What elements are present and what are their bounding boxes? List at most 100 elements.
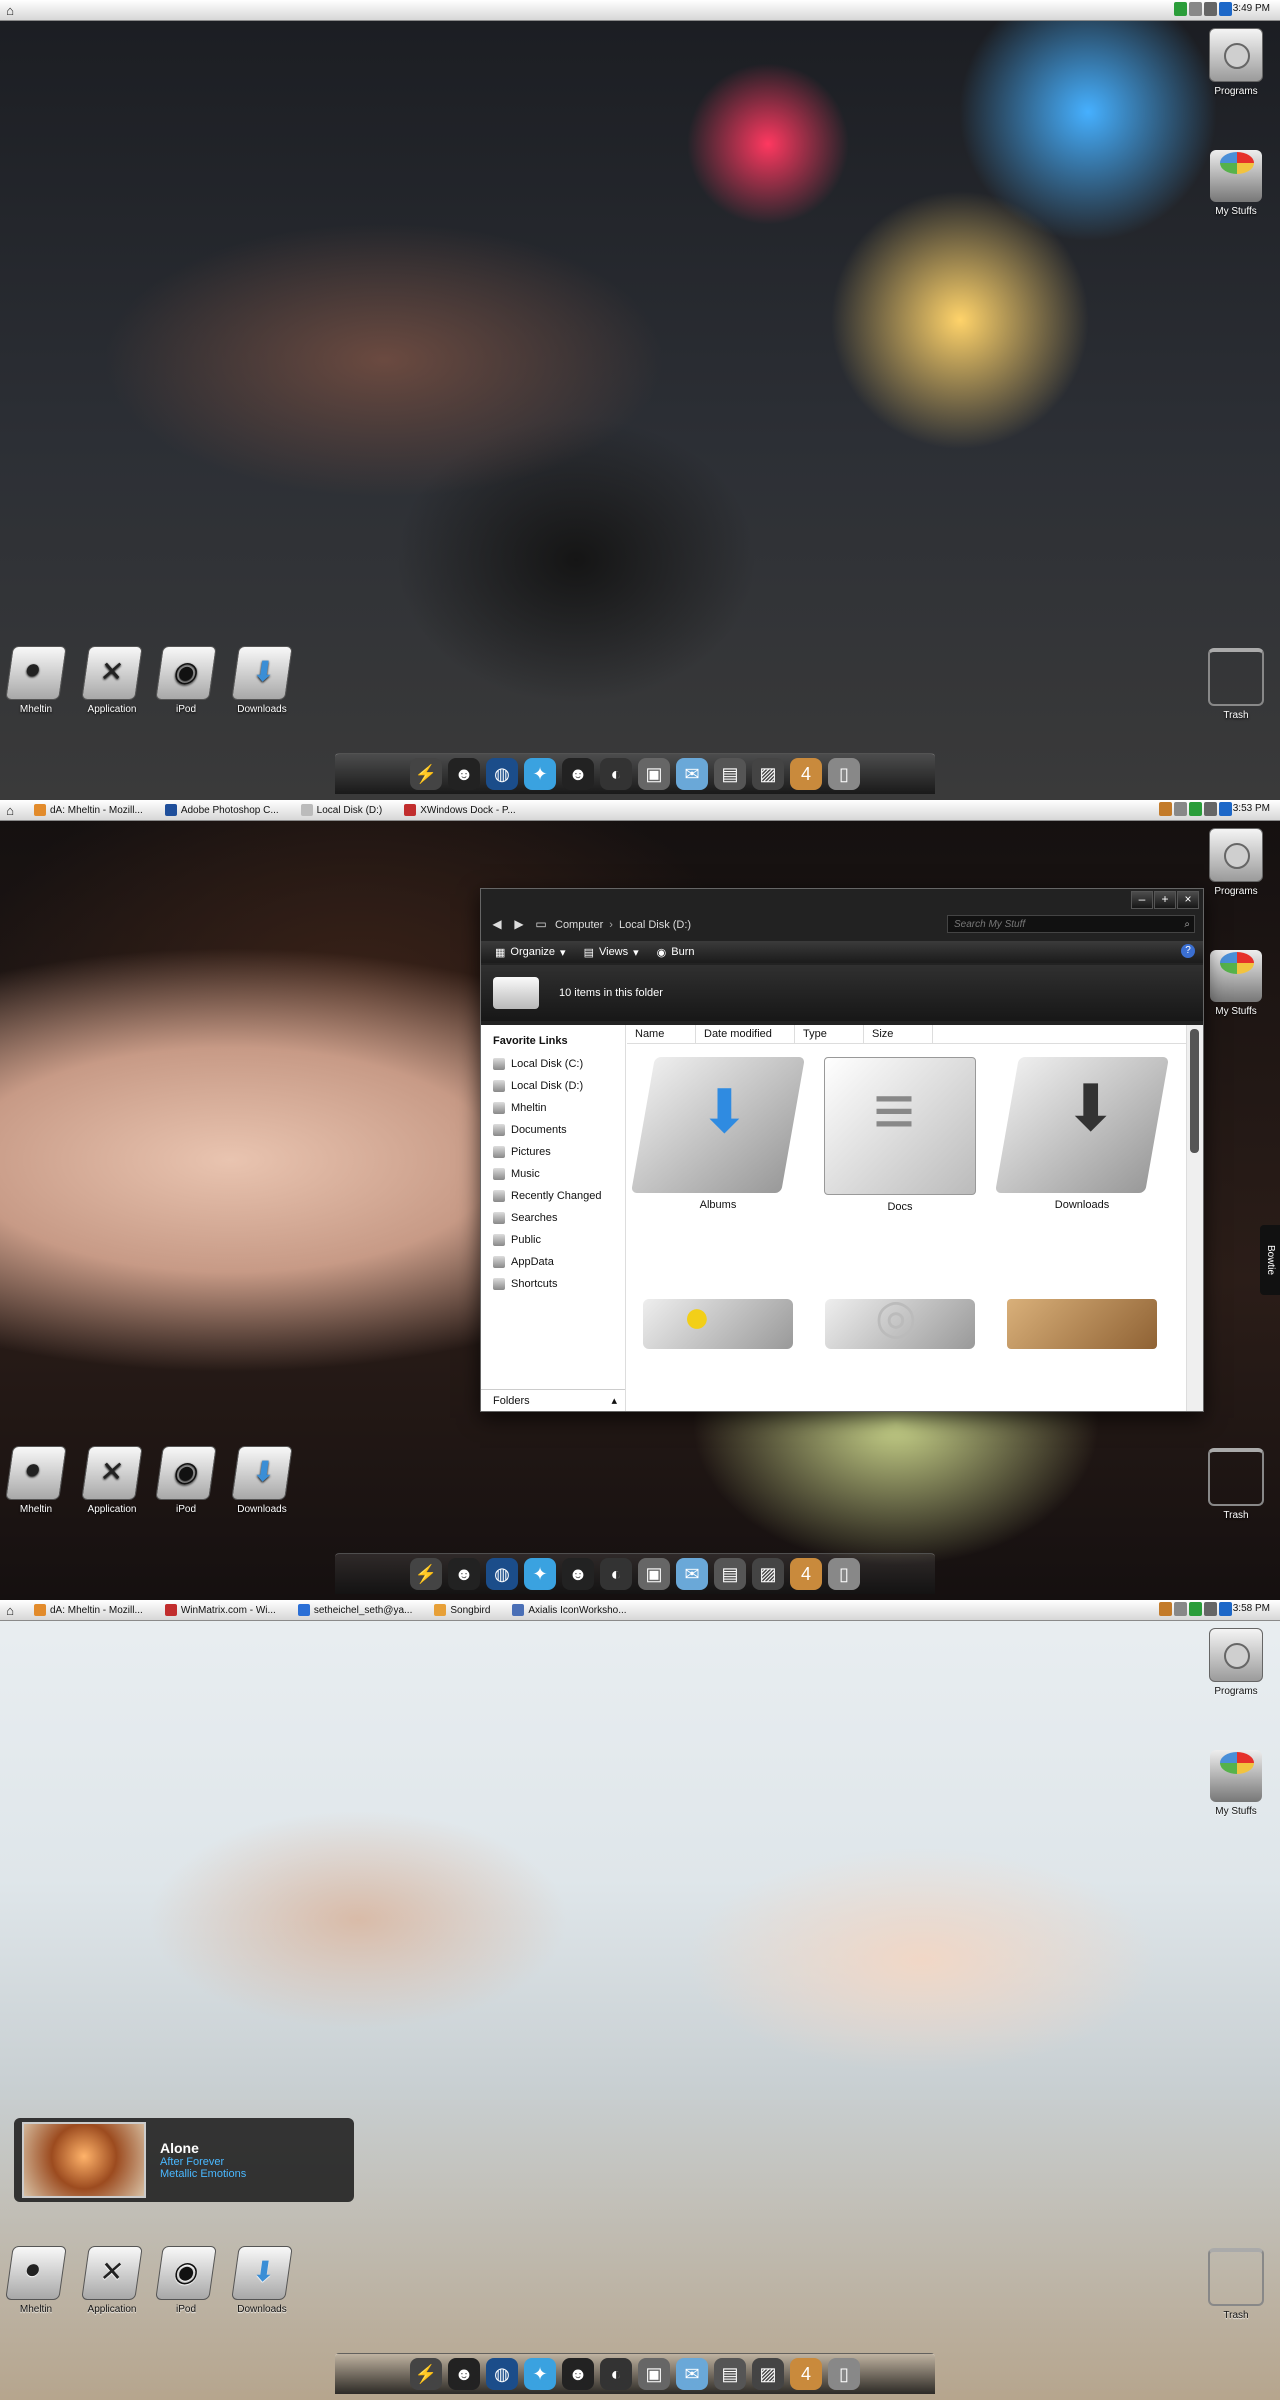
- favorite-link[interactable]: Recently Changed: [481, 1185, 625, 1207]
- dock-app-icon[interactable]: ⚡: [410, 758, 442, 790]
- tray-icon[interactable]: [1204, 1602, 1217, 1616]
- folder-item[interactable]: [809, 1289, 991, 1411]
- dock-photo-icon[interactable]: ▨: [752, 2358, 784, 2390]
- favorite-link[interactable]: Mheltin: [481, 1097, 625, 1119]
- dock-app-icon[interactable]: ▤: [714, 758, 746, 790]
- tray-icon[interactable]: [1159, 802, 1172, 816]
- folder-item[interactable]: [991, 1291, 1173, 1411]
- home-icon[interactable]: ⌂: [0, 1600, 20, 1620]
- tray-icon[interactable]: [1174, 2, 1187, 16]
- now-playing-popup[interactable]: Alone After Forever Metallic Emotions: [14, 2118, 354, 2202]
- favorite-link[interactable]: AppData: [481, 1251, 625, 1273]
- minimize-button[interactable]: –: [1131, 891, 1153, 909]
- dock-mail-icon[interactable]: ✉: [676, 758, 708, 790]
- home-icon[interactable]: ⌂: [0, 0, 20, 20]
- favorite-link[interactable]: Local Disk (D:): [481, 1075, 625, 1097]
- dock-trash-icon[interactable]: ▯: [828, 1558, 860, 1590]
- favorite-link[interactable]: Shortcuts: [481, 1273, 625, 1295]
- column-header[interactable]: Name: [627, 1025, 696, 1043]
- dock-app-icon[interactable]: ☻: [448, 758, 480, 790]
- scrollbar[interactable]: [1186, 1025, 1203, 1411]
- column-header[interactable]: Size: [864, 1025, 933, 1043]
- tray-icon[interactable]: [1189, 2, 1202, 16]
- tray-icon[interactable]: [1219, 1602, 1232, 1616]
- dock-app-icon[interactable]: ⚡: [410, 1558, 442, 1590]
- ipod-icon[interactable]: iPod: [150, 1446, 222, 1515]
- dock-headphones-icon[interactable]: ◐: [600, 1558, 632, 1590]
- ipod-icon[interactable]: iPod: [150, 646, 222, 715]
- dock-camera-icon[interactable]: ▣: [638, 2358, 670, 2390]
- favorite-link[interactable]: Searches: [481, 1207, 625, 1229]
- dock-globe-icon[interactable]: ◍: [486, 2358, 518, 2390]
- dock-headphones-icon[interactable]: ◐: [600, 2358, 632, 2390]
- column-header[interactable]: Type: [795, 1025, 864, 1043]
- taskbar-item[interactable]: XWindows Dock - P...: [396, 802, 523, 818]
- burn-button[interactable]: ◉ Burn: [657, 946, 695, 959]
- close-button[interactable]: ×: [1177, 891, 1199, 909]
- my-stuffs-icon[interactable]: My Stuffs: [1200, 1750, 1272, 1817]
- organize-button[interactable]: ▦ Organize ▾: [495, 946, 566, 959]
- my-stuffs-icon[interactable]: My Stuffs: [1200, 150, 1272, 217]
- favorite-link[interactable]: Local Disk (C:): [481, 1053, 625, 1075]
- trash-icon[interactable]: Trash: [1200, 648, 1272, 721]
- folder-item[interactable]: Docs: [809, 1049, 991, 1269]
- dock-calendar-icon[interactable]: 4: [790, 1558, 822, 1590]
- dock-bird-icon[interactable]: ✦: [524, 2358, 556, 2390]
- help-icon[interactable]: ?: [1181, 944, 1195, 958]
- dock-globe-icon[interactable]: ◍: [486, 758, 518, 790]
- downloads-icon[interactable]: Downloads: [226, 2246, 298, 2315]
- dock-trash-icon[interactable]: ▯: [828, 2358, 860, 2390]
- ipod-icon[interactable]: iPod: [150, 2246, 222, 2315]
- breadcrumb-item[interactable]: Local Disk (D:): [619, 919, 691, 931]
- taskbar-item[interactable]: dA: Mheltin - Mozill...: [26, 802, 151, 818]
- dock-app-icon[interactable]: ☻: [562, 1558, 594, 1590]
- dock-globe-icon[interactable]: ◍: [486, 1558, 518, 1590]
- dock-photo-icon[interactable]: ▨: [752, 1558, 784, 1590]
- taskbar-item[interactable]: setheichel_seth@ya...: [290, 1602, 421, 1618]
- favorite-link[interactable]: Pictures: [481, 1141, 625, 1163]
- application-icon[interactable]: Application: [76, 2246, 148, 2315]
- tray-icon[interactable]: [1189, 1602, 1202, 1616]
- programs-icon[interactable]: Programs: [1200, 1628, 1272, 1697]
- column-header[interactable]: Date modified: [696, 1025, 795, 1043]
- dock-mail-icon[interactable]: ✉: [676, 2358, 708, 2390]
- folder-item[interactable]: [627, 1289, 809, 1411]
- taskbar-item[interactable]: Adobe Photoshop C...: [157, 802, 287, 818]
- dock-bird-icon[interactable]: ✦: [524, 1558, 556, 1590]
- mheltin-icon[interactable]: Mheltin: [0, 1446, 72, 1515]
- favorite-link[interactable]: Music: [481, 1163, 625, 1185]
- tray-icon[interactable]: [1219, 802, 1232, 816]
- breadcrumb-item[interactable]: Computer: [555, 919, 603, 931]
- trash-icon[interactable]: Trash: [1200, 1448, 1272, 1521]
- favorite-link[interactable]: Public: [481, 1229, 625, 1251]
- mheltin-icon[interactable]: Mheltin: [0, 2246, 72, 2315]
- forward-icon[interactable]: ▶: [511, 917, 527, 933]
- tray-icon[interactable]: [1219, 2, 1232, 16]
- downloads-icon[interactable]: Downloads: [226, 646, 298, 715]
- dock-app-icon[interactable]: ☻: [448, 2358, 480, 2390]
- tray-icon[interactable]: [1174, 802, 1187, 816]
- dock-photo-icon[interactable]: ▨: [752, 758, 784, 790]
- tray-icon[interactable]: [1204, 2, 1217, 16]
- folders-toggle[interactable]: Folders ▴: [481, 1389, 625, 1411]
- dock-app-icon[interactable]: ☻: [562, 758, 594, 790]
- programs-icon[interactable]: Programs: [1200, 828, 1272, 897]
- views-button[interactable]: ▤ Views ▾: [584, 946, 639, 959]
- taskbar-item[interactable]: Axialis IconWorksho...: [504, 1602, 634, 1618]
- dock-app-icon[interactable]: ☻: [448, 1558, 480, 1590]
- dock-bird-icon[interactable]: ✦: [524, 758, 556, 790]
- my-stuffs-icon[interactable]: My Stuffs: [1200, 950, 1272, 1017]
- favorite-link[interactable]: Documents: [481, 1119, 625, 1141]
- dock-app-icon[interactable]: ☻: [562, 2358, 594, 2390]
- search-input[interactable]: Search My Stuff ⌕: [947, 915, 1195, 933]
- folder-item[interactable]: Albums: [627, 1049, 809, 1269]
- dock-headphones-icon[interactable]: ◐: [600, 758, 632, 790]
- bowtie-tab[interactable]: Bowtie: [1260, 1225, 1280, 1295]
- taskbar-item[interactable]: WinMatrix.com - Wi...: [157, 1602, 284, 1618]
- tray-icon[interactable]: [1189, 802, 1202, 816]
- home-icon[interactable]: ⌂: [0, 800, 20, 820]
- scrollbar-thumb[interactable]: [1190, 1029, 1199, 1153]
- dock-trash-icon[interactable]: ▯: [828, 758, 860, 790]
- dock-app-icon[interactable]: ▤: [714, 2358, 746, 2390]
- taskbar-item[interactable]: dA: Mheltin - Mozill...: [26, 1602, 151, 1618]
